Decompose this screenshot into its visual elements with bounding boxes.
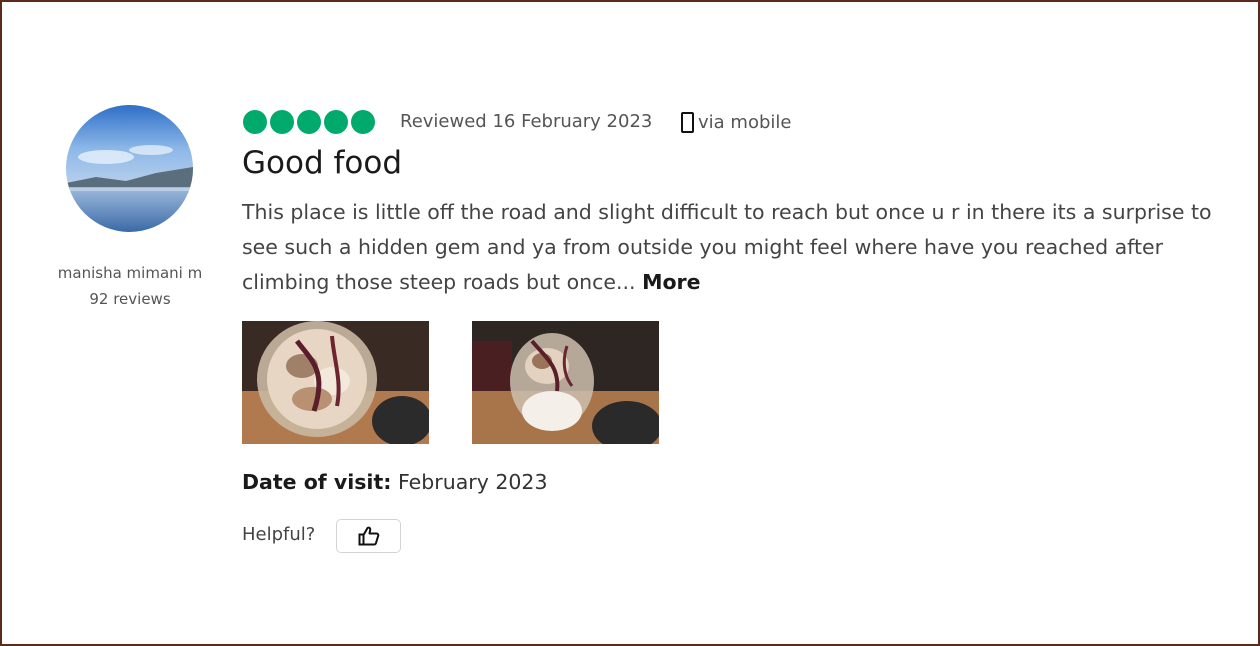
user-review-count: 92 reviews	[89, 290, 171, 308]
date-of-visit-value: February 2023	[397, 470, 548, 494]
review-photo[interactable]	[242, 321, 429, 444]
device-info: via mobile	[681, 109, 791, 135]
rating-bubble	[270, 110, 294, 134]
thumbs-up-icon	[358, 526, 379, 546]
rating-bubble	[243, 110, 267, 134]
rating-bubble	[324, 110, 348, 134]
user-avatar[interactable]	[66, 105, 193, 232]
review-card: manisha mimani m 92 reviews Reviewed 16 …	[0, 0, 1260, 646]
helpful-button[interactable]	[336, 519, 401, 553]
rating-bubbles	[243, 109, 375, 135]
date-of-visit-label: Date of visit:	[242, 470, 392, 494]
more-link[interactable]: More	[642, 270, 701, 294]
reviewed-date: Reviewed 16 February 2023	[400, 111, 653, 132]
rating-bubble	[351, 110, 375, 134]
review-title[interactable]: Good food	[242, 145, 402, 181]
mobile-phone-icon	[681, 111, 694, 133]
rating-bubble	[297, 110, 321, 134]
user-name[interactable]: manisha mimani m	[30, 264, 230, 282]
review-photo[interactable]	[472, 321, 659, 444]
device-label: via mobile	[698, 111, 792, 133]
review-body: This place is little off the road and sl…	[242, 195, 1232, 300]
review-text: This place is little off the road and sl…	[242, 200, 1212, 294]
date-of-visit: Date of visit: February 2023	[242, 470, 548, 494]
helpful-label: Helpful?	[242, 524, 316, 545]
